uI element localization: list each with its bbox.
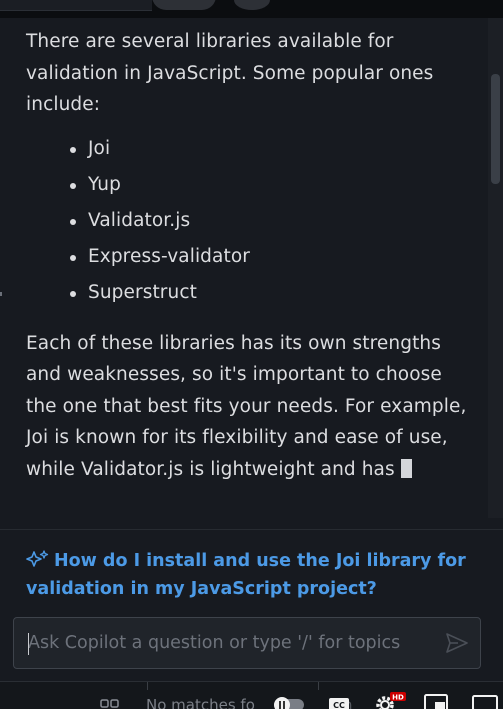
miniplayer-button[interactable] — [424, 694, 448, 709]
list-item: Express-validator — [70, 239, 476, 275]
divider — [0, 529, 503, 530]
message-followup: Each of these libraries has its own stre… — [26, 328, 476, 486]
theater-mode-button[interactable] — [472, 694, 498, 709]
list-item: Superstruct — [70, 275, 476, 311]
list-item: Validator.js — [70, 203, 476, 239]
list-item: Joi — [70, 131, 476, 167]
sparkle-icon — [26, 549, 50, 567]
chat-input[interactable] — [28, 618, 438, 668]
captions-icon: CC — [329, 698, 349, 709]
streaming-cursor — [400, 458, 412, 478]
theater-mode-icon — [472, 695, 498, 709]
video-player-controls: No matches fo rm CC HD — [0, 681, 503, 709]
tab-middle[interactable] — [152, 0, 216, 10]
library-list: Joi Yup Validator.js Express-validator S… — [26, 131, 476, 312]
send-button[interactable] — [444, 631, 470, 655]
list-item: Yup — [70, 167, 476, 203]
suggested-question-text: How do I install and use the Joi library… — [26, 551, 466, 599]
search-status: No matches fo — [146, 696, 255, 709]
settings-button[interactable]: HD — [372, 692, 406, 709]
followup-text: Each of these libraries has its own stre… — [26, 332, 467, 480]
text-caret — [28, 633, 29, 655]
tab-left[interactable] — [0, 0, 152, 11]
send-icon — [446, 633, 468, 653]
hd-badge: HD — [392, 694, 404, 702]
captions-button[interactable]: CC — [328, 697, 350, 709]
edge-marker — [0, 292, 2, 296]
chat-input-container[interactable] — [13, 617, 481, 669]
tab-round[interactable] — [234, 0, 270, 10]
svg-text:CC: CC — [333, 701, 345, 709]
assistant-message: There are several libraries available fo… — [26, 26, 476, 485]
suggested-question-link[interactable]: How do I install and use the Joi library… — [26, 547, 466, 603]
copilot-chat-panel: There are several libraries available fo… — [0, 0, 503, 709]
vertical-scrollbar[interactable] — [488, 18, 503, 518]
scrollbar-thumb[interactable] — [491, 74, 500, 184]
top-tab-strip — [0, 0, 503, 18]
settings-gear-icon: HD — [376, 692, 406, 709]
miniplayer-icon — [424, 694, 448, 709]
tile-icon — [100, 696, 120, 709]
message-intro: There are several libraries available fo… — [26, 31, 434, 115]
separator — [147, 682, 148, 690]
separator — [318, 682, 319, 690]
autoplay-toggle[interactable] — [270, 696, 306, 709]
